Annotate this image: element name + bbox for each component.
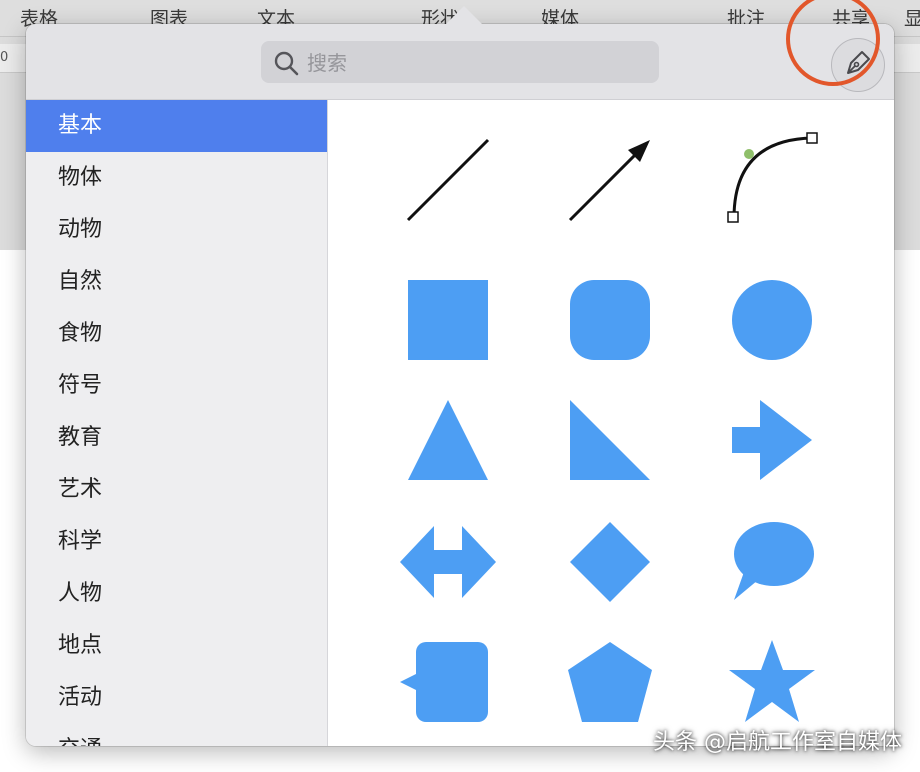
shape-arrow-right[interactable] <box>722 390 822 490</box>
sidebar-item-food[interactable]: 食物 <box>26 308 327 360</box>
shape-arrow-line[interactable] <box>560 130 660 230</box>
sidebar-item-basic[interactable]: 基本 <box>26 100 327 152</box>
shape-rounded-square[interactable] <box>560 270 660 370</box>
pen-nib-icon <box>842 47 874 83</box>
ruler-zero-label: 0 <box>0 50 9 65</box>
shape-pentagon[interactable] <box>560 632 660 732</box>
draw-with-pen-button[interactable] <box>831 38 885 92</box>
sidebar-item-transportation[interactable]: 交通 <box>26 724 327 746</box>
shape-line[interactable] <box>398 130 498 230</box>
shape-double-arrow[interactable] <box>398 512 498 612</box>
popover-header <box>26 24 894 100</box>
shape-grid <box>328 100 894 746</box>
popover-pointer <box>446 6 482 24</box>
shape-circle[interactable] <box>722 270 822 370</box>
shape-square[interactable] <box>398 270 498 370</box>
shape-speech-bubble[interactable] <box>722 512 822 612</box>
shape-triangle[interactable] <box>398 390 498 490</box>
sidebar-item-arts[interactable]: 艺术 <box>26 464 327 516</box>
category-sidebar: 基本 物体 动物 自然 食物 符号 教育 艺术 科学 人物 地点 活动 交通 <box>26 100 328 746</box>
shape-curve[interactable] <box>722 130 822 230</box>
search-box[interactable] <box>261 41 659 83</box>
sidebar-item-symbols[interactable]: 符号 <box>26 360 327 412</box>
shape-diamond[interactable] <box>560 512 660 612</box>
shape-right-triangle[interactable] <box>560 390 660 490</box>
sidebar-item-people[interactable]: 人物 <box>26 568 327 620</box>
shape-callout-square[interactable] <box>398 632 498 732</box>
search-icon <box>273 50 299 76</box>
sidebar-item-animals[interactable]: 动物 <box>26 204 327 256</box>
sidebar-item-activities[interactable]: 活动 <box>26 672 327 724</box>
watermark-text: 头条 @启航工作室自媒体 <box>653 730 902 755</box>
sidebar-item-education[interactable]: 教育 <box>26 412 327 464</box>
sidebar-item-science[interactable]: 科学 <box>26 516 327 568</box>
shape-library-popover: 基本 物体 动物 自然 食物 符号 教育 艺术 科学 人物 地点 活动 交通 <box>26 24 894 746</box>
shape-star[interactable] <box>722 632 822 732</box>
toolbar-tab-view[interactable]: 显 <box>904 4 920 31</box>
search-input[interactable] <box>305 46 649 80</box>
sidebar-item-places[interactable]: 地点 <box>26 620 327 672</box>
sidebar-item-objects[interactable]: 物体 <box>26 152 327 204</box>
sidebar-item-nature[interactable]: 自然 <box>26 256 327 308</box>
